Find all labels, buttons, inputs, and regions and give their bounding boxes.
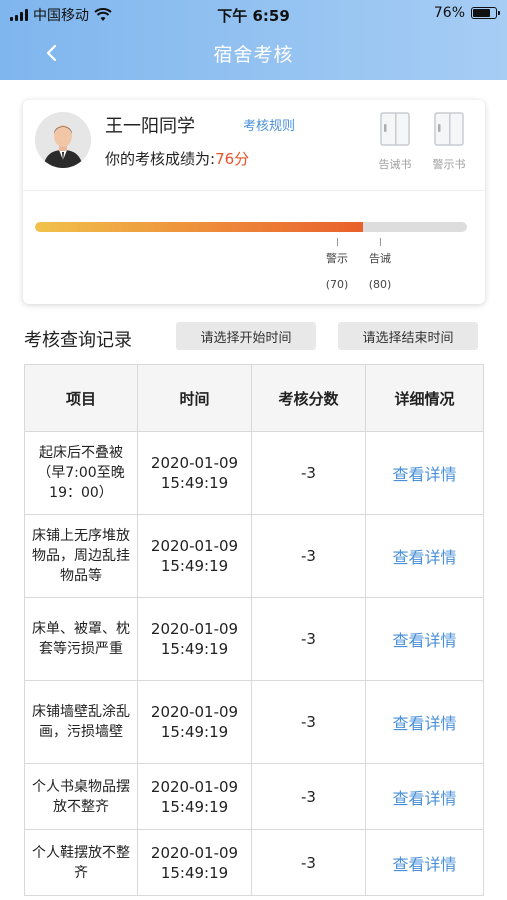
table-row: 个人鞋摆放不整齐 2020-01-09 15:49:19 -3 查看详情 bbox=[24, 829, 484, 896]
row-date: 2020-01-09 bbox=[150, 454, 239, 472]
row-item: 个人书桌物品摆放不整齐 bbox=[24, 763, 138, 830]
row-time: 2020-01-09 15:49:19 bbox=[137, 431, 252, 515]
divider bbox=[23, 190, 485, 191]
end-time-picker[interactable]: 请选择结束时间 bbox=[338, 322, 478, 350]
table-header-row: 项目 时间 考核分数 详细情况 bbox=[24, 364, 484, 432]
records-title: 考核查询记录 bbox=[24, 330, 132, 351]
document-icon bbox=[380, 112, 410, 146]
view-detail-link[interactable]: 查看详情 bbox=[365, 597, 484, 681]
row-item: 床单、被罩、枕套等污损严重 bbox=[24, 597, 138, 681]
row-score: -3 bbox=[251, 514, 366, 598]
score-label: 你的考核成绩为: bbox=[105, 150, 216, 168]
marker-value: (80) bbox=[368, 278, 392, 291]
row-item: 床铺墙壁乱涂乱画，污损墙壁 bbox=[24, 680, 138, 764]
marker-label: 警示 bbox=[326, 252, 348, 265]
admonition-letter-button[interactable]: 告诫书 bbox=[375, 112, 415, 172]
row-date: 2020-01-09 bbox=[150, 703, 239, 721]
row-item: 个人鞋摆放不整齐 bbox=[24, 829, 138, 896]
column-header-detail: 详细情况 bbox=[365, 364, 484, 432]
row-item: 起床后不叠被（早7:00至晚19：00） bbox=[24, 431, 138, 515]
admonition-marker: 告诫 (80) bbox=[360, 238, 400, 291]
table-row: 床铺上无序堆放物品，周边乱挂物品等 2020-01-09 15:49:19 -3 … bbox=[24, 514, 484, 598]
view-detail-link[interactable]: 查看详情 bbox=[365, 829, 484, 896]
doc-label: 告诫书 bbox=[378, 158, 412, 171]
records-table: 项目 时间 考核分数 详细情况 起床后不叠被（早7:00至晚19：00） 202… bbox=[24, 364, 484, 896]
avatar bbox=[35, 112, 91, 168]
marker-tick bbox=[336, 238, 338, 246]
marker-label: 告诫 bbox=[369, 252, 391, 265]
row-clock: 15:49:19 bbox=[160, 723, 229, 741]
row-time: 2020-01-09 15:49:19 bbox=[137, 597, 252, 681]
row-clock: 15:49:19 bbox=[160, 797, 229, 816]
view-detail-link[interactable]: 查看详情 bbox=[365, 431, 484, 515]
column-header-score: 考核分数 bbox=[251, 364, 366, 432]
row-clock: 15:49:19 bbox=[160, 640, 229, 658]
status-bar: 中国移动 下午 6:59 76% bbox=[0, 0, 507, 28]
status-right: 76% bbox=[433, 5, 500, 21]
row-time: 2020-01-09 15:49:19 bbox=[137, 680, 252, 764]
table-row: 个人书桌物品摆放不整齐 2020-01-09 15:49:19 -3 查看详情 bbox=[24, 763, 484, 830]
status-time: 下午 6:59 bbox=[217, 7, 290, 25]
row-clock: 15:49:19 bbox=[160, 557, 229, 575]
row-clock: 15:49:19 bbox=[160, 863, 229, 882]
marker-tick bbox=[379, 238, 381, 246]
view-detail-link[interactable]: 查看详情 bbox=[365, 680, 484, 764]
marker-value: (70) bbox=[325, 278, 349, 291]
student-avatar-icon bbox=[35, 112, 91, 168]
page-title: 宿舍考核 bbox=[213, 44, 294, 66]
row-score: -3 bbox=[251, 680, 366, 764]
column-header-item: 项目 bbox=[24, 364, 138, 432]
table-row: 床铺墙壁乱涂乱画，污损墙壁 2020-01-09 15:49:19 -3 查看详情 bbox=[24, 680, 484, 764]
battery-icon bbox=[471, 7, 500, 19]
row-time: 2020-01-09 15:49:19 bbox=[137, 763, 252, 830]
table-row: 床单、被罩、枕套等污损严重 2020-01-09 15:49:19 -3 查看详情 bbox=[24, 597, 484, 681]
view-detail-link[interactable]: 查看详情 bbox=[365, 514, 484, 598]
student-name: 王一阳同学 bbox=[105, 116, 195, 137]
row-score: -3 bbox=[251, 829, 366, 896]
row-date: 2020-01-09 bbox=[150, 537, 239, 555]
rules-link[interactable]: 考核规则 bbox=[243, 115, 295, 134]
row-score: -3 bbox=[251, 597, 366, 681]
row-score: -3 bbox=[251, 431, 366, 515]
score-progress-fill bbox=[35, 222, 364, 232]
row-time: 2020-01-09 15:49:19 bbox=[137, 829, 252, 896]
score-line: 你的考核成绩为:76分 bbox=[105, 148, 249, 169]
row-date: 2020-01-09 bbox=[150, 777, 239, 796]
score-progress-bar bbox=[35, 222, 467, 232]
row-item: 床铺上无序堆放物品，周边乱挂物品等 bbox=[24, 514, 138, 598]
row-score: -3 bbox=[251, 763, 366, 830]
row-clock: 15:49:19 bbox=[160, 474, 229, 492]
table-row: 起床后不叠被（早7:00至晚19：00） 2020-01-09 15:49:19 … bbox=[24, 431, 484, 515]
doc-label: 警示书 bbox=[432, 158, 466, 171]
warning-letter-button[interactable]: 警示书 bbox=[429, 112, 469, 172]
row-date: 2020-01-09 bbox=[150, 620, 239, 638]
view-detail-link[interactable]: 查看详情 bbox=[365, 763, 484, 830]
battery-percent: 76% bbox=[433, 5, 465, 21]
start-time-picker[interactable]: 请选择开始时间 bbox=[176, 322, 316, 350]
row-time: 2020-01-09 15:49:19 bbox=[137, 514, 252, 598]
column-header-time: 时间 bbox=[137, 364, 252, 432]
warning-marker: 警示 (70) bbox=[317, 238, 357, 291]
score-value: 76分 bbox=[215, 150, 250, 168]
row-date: 2020-01-09 bbox=[150, 843, 239, 862]
document-icon bbox=[434, 112, 464, 146]
nav-header: 中国移动 下午 6:59 76% 宿舍考核 bbox=[0, 0, 507, 80]
profile-card: 王一阳同学 考核规则 你的考核成绩为:76分 告诫书 警示书 警示 (70) 告… bbox=[23, 100, 485, 304]
